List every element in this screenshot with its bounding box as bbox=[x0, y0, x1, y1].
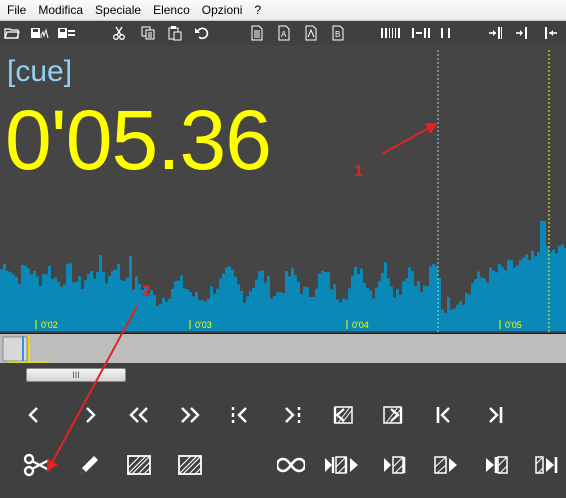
page-b-icon[interactable]: B bbox=[330, 25, 346, 41]
fast-forward-button[interactable] bbox=[175, 400, 205, 430]
jump-forward-icon bbox=[285, 407, 301, 423]
fast-forward-icon bbox=[181, 407, 200, 423]
play-from-mark-icon bbox=[486, 456, 508, 474]
go-end-icon bbox=[489, 407, 503, 423]
timeline-label: 0'04 bbox=[352, 320, 369, 330]
jump-back-button[interactable] bbox=[226, 400, 256, 430]
play-to-end-icon bbox=[384, 456, 406, 474]
rewind-button[interactable] bbox=[124, 400, 154, 430]
hatch-region-icon-2 bbox=[178, 455, 202, 475]
play-to-end-button[interactable] bbox=[380, 450, 410, 480]
prev-button[interactable] bbox=[19, 400, 49, 430]
timeline-label: 0'02 bbox=[41, 320, 58, 330]
menu-bar: File Modifica Speciale Elenco Opzioni ? bbox=[0, 0, 566, 21]
waveform-panel[interactable]: 0'02 0'03 0'04 0'05 [cue] 0'05.36 bbox=[0, 45, 566, 333]
region-back-icon bbox=[333, 406, 353, 424]
undo-icon[interactable] bbox=[194, 25, 210, 41]
region-forward-icon bbox=[383, 406, 403, 424]
page-a-icon[interactable] bbox=[303, 25, 319, 41]
menu-elenco[interactable]: Elenco bbox=[147, 0, 196, 21]
save-wave-icon[interactable] bbox=[30, 25, 50, 41]
mark-center-icon[interactable] bbox=[515, 25, 531, 41]
save-list-icon[interactable] bbox=[57, 25, 77, 41]
pencil-button[interactable] bbox=[74, 450, 104, 480]
paste-icon[interactable] bbox=[167, 25, 183, 41]
region-back-button[interactable] bbox=[328, 400, 358, 430]
play-hatch-button[interactable] bbox=[431, 450, 461, 480]
jump-forward-button[interactable] bbox=[277, 400, 307, 430]
waveform[interactable]: 0'02 0'03 0'04 0'05 bbox=[0, 45, 566, 333]
mark-out-icon[interactable] bbox=[543, 25, 559, 41]
hatch-region-button-2[interactable] bbox=[175, 450, 205, 480]
cut-button[interactable] bbox=[20, 450, 54, 480]
annotation-1: 1 bbox=[354, 163, 363, 180]
svg-text:A: A bbox=[281, 30, 287, 39]
go-start-icon bbox=[436, 407, 450, 423]
mark-in-icon[interactable] bbox=[488, 25, 504, 41]
menu-speciale[interactable]: Speciale bbox=[89, 0, 147, 21]
timeline-label: 0'03 bbox=[195, 320, 212, 330]
region-forward-button[interactable] bbox=[378, 400, 408, 430]
scissors-icon bbox=[23, 453, 50, 477]
jump-back-icon bbox=[231, 407, 247, 423]
loop-button[interactable] bbox=[276, 450, 306, 480]
next-button[interactable] bbox=[75, 400, 105, 430]
bars-icon[interactable] bbox=[380, 25, 402, 41]
cut-icon[interactable] bbox=[111, 25, 127, 41]
pencil-icon bbox=[80, 456, 98, 474]
horizontal-scrollbar-thumb[interactable]: III bbox=[26, 368, 126, 382]
play-from-mark-button[interactable] bbox=[481, 450, 511, 480]
prev-icon bbox=[28, 407, 38, 423]
overview-bar[interactable] bbox=[0, 333, 566, 363]
menu-file[interactable]: File bbox=[0, 0, 32, 21]
play-region-icon bbox=[325, 456, 358, 474]
dash-bars-icon[interactable] bbox=[411, 25, 431, 41]
timeline-label: 0'05 bbox=[505, 320, 522, 330]
next-icon bbox=[86, 407, 96, 423]
play-hatch-icon bbox=[434, 456, 457, 474]
hatch-region-icon bbox=[127, 455, 151, 475]
pause-bars-icon[interactable] bbox=[438, 25, 454, 41]
page-icon[interactable] bbox=[249, 25, 265, 41]
cue-label: [cue] bbox=[7, 55, 73, 88]
go-end-button[interactable] bbox=[480, 400, 510, 430]
menu-opzioni[interactable]: Opzioni bbox=[196, 0, 249, 21]
play-region-button[interactable] bbox=[322, 450, 362, 480]
menu-help[interactable]: ? bbox=[248, 0, 267, 21]
scroll-grip: III bbox=[72, 370, 80, 380]
toolbar: A B bbox=[0, 21, 566, 45]
time-display: 0'05.36 bbox=[5, 93, 272, 187]
loop-icon bbox=[277, 457, 305, 473]
hatch-region-button[interactable] bbox=[124, 450, 154, 480]
annotation-2: 2 bbox=[142, 283, 151, 300]
menu-modifica[interactable]: Modifica bbox=[32, 0, 89, 21]
copy-icon[interactable] bbox=[140, 25, 156, 41]
go-start-button[interactable] bbox=[429, 400, 459, 430]
page-ab-icon[interactable]: A bbox=[276, 25, 292, 41]
play-end-icon bbox=[535, 456, 558, 474]
svg-text:B: B bbox=[335, 30, 340, 39]
play-end-button[interactable] bbox=[532, 450, 562, 480]
rewind-icon bbox=[129, 407, 148, 423]
open-folder-icon[interactable] bbox=[4, 25, 20, 41]
